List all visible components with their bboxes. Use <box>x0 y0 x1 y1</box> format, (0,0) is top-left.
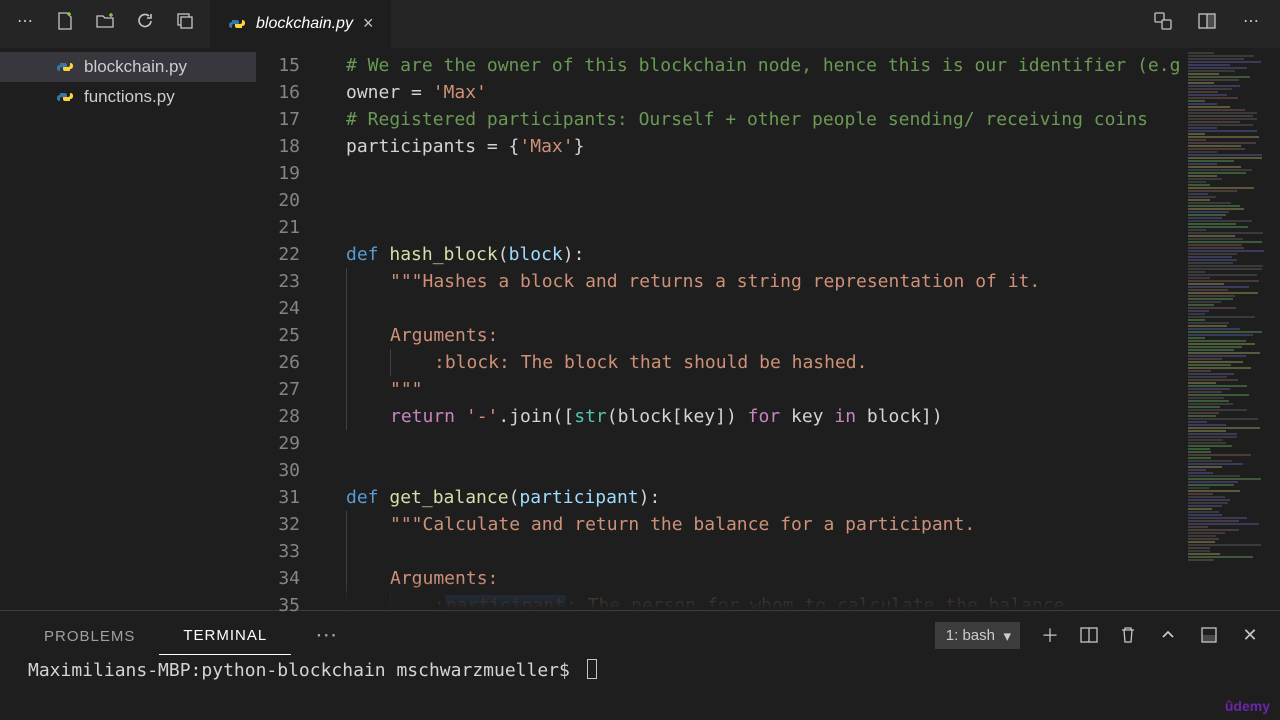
tab-blockchain-py[interactable]: blockchain.py × <box>210 0 391 48</box>
split-editor-icon[interactable] <box>1196 10 1218 32</box>
terminal-body[interactable]: Maximilians-MBP:python-blockchain mschwa… <box>0 659 1280 681</box>
editor[interactable]: 1516171819202122232425262728293031323334… <box>256 48 1280 610</box>
maximize-panel-icon[interactable] <box>1200 626 1220 644</box>
file-name: blockchain.py <box>84 57 187 77</box>
python-icon <box>56 59 74 75</box>
collapse-icon[interactable] <box>174 10 196 32</box>
more-actions-icon[interactable]: ⋯ <box>1240 10 1262 32</box>
panel-right-actions: 1: bash ＋ ✕ <box>935 622 1260 649</box>
explorer-sidebar: blockchain.py functions.py <box>0 48 256 610</box>
close-panel-icon[interactable]: ✕ <box>1240 625 1260 646</box>
new-file-icon[interactable] <box>54 10 76 32</box>
minimap[interactable] <box>1182 48 1280 610</box>
terminal-prompt: Maximilians-MBP:python-blockchain mschwa… <box>28 660 570 681</box>
main: blockchain.py functions.py 15161718192021… <box>0 48 1280 610</box>
split-terminal-icon[interactable] <box>1080 626 1100 644</box>
more-panels-icon[interactable]: ⋯ <box>291 616 362 654</box>
new-terminal-icon[interactable]: ＋ <box>1040 622 1060 648</box>
editor-tabs: blockchain.py × <box>210 0 391 48</box>
chevron-up-icon[interactable] <box>1160 627 1180 643</box>
line-number-gutter: 1516171819202122232425262728293031323334… <box>256 48 334 610</box>
terminal-select[interactable]: 1: bash <box>935 622 1020 649</box>
new-folder-icon[interactable] <box>94 10 116 32</box>
terminal-cursor <box>587 659 597 679</box>
close-icon[interactable]: × <box>363 13 374 34</box>
file-item[interactable]: functions.py <box>0 82 256 112</box>
python-icon <box>228 16 246 32</box>
title-bar: ⋯ blockchain.py × ⋯ <box>0 0 1280 48</box>
python-icon <box>56 89 74 105</box>
file-item[interactable]: blockchain.py <box>0 52 256 82</box>
refresh-icon[interactable] <box>134 10 156 32</box>
tab-terminal[interactable]: TERMINAL <box>159 615 291 655</box>
tab-filename: blockchain.py <box>256 15 353 33</box>
watermark: ûdemy <box>1225 698 1270 714</box>
tab-problems[interactable]: PROBLEMS <box>20 616 159 655</box>
panel-tabs: PROBLEMS TERMINAL ⋯ 1: bash ＋ ✕ <box>0 611 1280 659</box>
code-area[interactable]: # We are the owner of this blockchain no… <box>334 48 1182 610</box>
find-replace-icon[interactable] <box>1152 10 1174 32</box>
more-icon[interactable]: ⋯ <box>14 10 36 32</box>
kill-terminal-icon[interactable] <box>1120 626 1140 644</box>
file-name: functions.py <box>84 87 175 107</box>
titlebar-left-actions: ⋯ <box>0 0 210 42</box>
bottom-panel: PROBLEMS TERMINAL ⋯ 1: bash ＋ ✕ Maximili… <box>0 610 1280 720</box>
titlebar-right-actions: ⋯ <box>1134 0 1280 42</box>
